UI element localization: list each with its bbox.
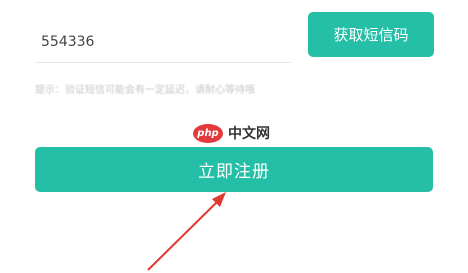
arrow-icon (147, 192, 226, 271)
